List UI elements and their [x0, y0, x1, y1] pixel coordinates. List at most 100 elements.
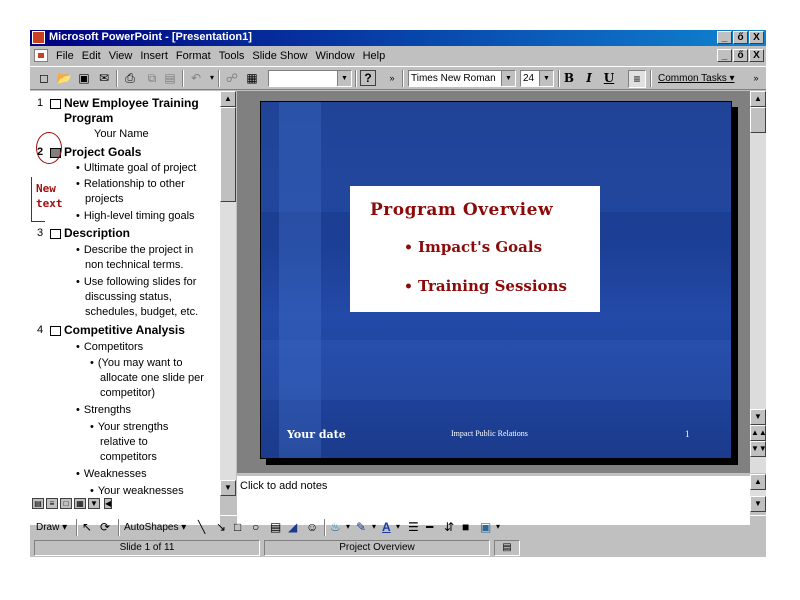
slide-bullet[interactable]: • Training Sessions	[404, 277, 567, 295]
outline-bullet-cont[interactable]: schedules, budget, etc.	[85, 306, 198, 318]
footer-date[interactable]: Your date	[287, 428, 346, 441]
outline-bullet[interactable]: Weaknesses	[76, 468, 147, 480]
scroll-up-icon[interactable]: ▲	[220, 91, 236, 107]
next-slide-icon[interactable]: ▼▼	[750, 441, 767, 457]
document-icon[interactable]	[34, 49, 48, 62]
oval-icon[interactable]: ○	[252, 519, 259, 535]
notes-placeholder[interactable]: Click to add notes	[240, 480, 327, 492]
new-icon[interactable]: ◻	[36, 70, 52, 86]
outline-bullet[interactable]: Competitors	[76, 341, 143, 353]
notes-scrollbar[interactable]: ▲ ▼	[750, 474, 766, 512]
3d-icon[interactable]: ▣	[480, 519, 491, 535]
fill-color-icon[interactable]: ♨	[330, 519, 341, 535]
slide-sorter-icon[interactable]: ▦	[74, 498, 86, 509]
outline-slide-title[interactable]: Project Goals	[64, 145, 141, 159]
outline-slide-title-cont[interactable]: Program	[64, 111, 113, 125]
menu-slide-show[interactable]: Slide Show	[252, 50, 307, 62]
slide-icon[interactable]	[50, 99, 61, 109]
rectangle-icon[interactable]: □	[234, 519, 241, 535]
close-button[interactable]: X	[749, 31, 764, 44]
arrow-icon[interactable]: ↘	[216, 519, 226, 535]
slide-bullet[interactable]: • Impact's Goals	[404, 238, 542, 256]
footer-slide-number[interactable]: 1	[685, 429, 690, 439]
undo-icon[interactable]: ↶	[188, 70, 204, 86]
outline-scrollbar[interactable]: ▲ ▼	[220, 91, 236, 496]
spelling-status-icon[interactable]: ▤	[494, 540, 520, 556]
insert-table-icon[interactable]: ▦	[244, 70, 260, 86]
outline-bullet[interactable]: Use following slides for	[76, 276, 197, 288]
scroll-down-icon[interactable]: ▼	[750, 496, 766, 512]
outline-bullet-cont[interactable]: non technical terms.	[85, 259, 183, 271]
clip-art-icon[interactable]: ☺	[306, 519, 318, 535]
outline-bullet-cont[interactable]: discussing status,	[85, 291, 172, 303]
outline-bullet-cont[interactable]: allocate one slide per	[100, 372, 204, 384]
menu-help[interactable]: Help	[363, 50, 386, 62]
common-tasks-button[interactable]: Common Tasks ▾	[658, 73, 735, 84]
arrow-style-icon[interactable]: ⇵	[444, 519, 454, 535]
menu-tools[interactable]: Tools	[219, 50, 245, 62]
italic-button[interactable]: I	[580, 70, 598, 86]
scroll-thumb[interactable]	[750, 107, 766, 133]
outline-pane[interactable]: 1 New Employee Training Program Your Nam…	[30, 91, 220, 525]
copy-icon[interactable]: ⧉	[144, 70, 160, 86]
text-box-icon[interactable]: ▤	[270, 519, 281, 535]
scroll-left-icon[interactable]: ◀	[104, 498, 112, 509]
line-color-icon[interactable]: ✎	[356, 519, 366, 535]
select-pointer-icon[interactable]: ↖	[82, 519, 92, 535]
save-icon[interactable]: ▣	[76, 70, 92, 86]
scroll-up-icon[interactable]: ▲	[750, 91, 766, 107]
fill-dropdown-icon[interactable]: ▾	[346, 519, 350, 535]
outline-slide-title[interactable]: New Employee Training	[64, 96, 199, 110]
outline-slide-title[interactable]: Description	[64, 226, 130, 240]
paste-icon[interactable]: ▤	[162, 70, 178, 86]
more-buttons-icon[interactable]: ▾	[496, 519, 500, 535]
slide-icon[interactable]	[50, 229, 61, 239]
outline-bullet-cont[interactable]: competitor)	[100, 387, 155, 399]
outline-view-icon[interactable]: ≡	[46, 498, 58, 509]
email-icon[interactable]: ✉	[96, 70, 112, 86]
line-color-dropdown-icon[interactable]: ▾	[372, 519, 376, 535]
more-buttons-icon[interactable]: »	[384, 70, 400, 86]
free-rotate-icon[interactable]: ⟳	[100, 519, 110, 535]
outline-bullet[interactable]: Describe the project in	[76, 244, 193, 256]
previous-slide-icon[interactable]: ▲▲	[750, 425, 767, 441]
slide-view-icon[interactable]: □	[60, 498, 72, 509]
normal-view-icon[interactable]: ▤	[32, 498, 44, 509]
outline-bullet-cont[interactable]: projects	[85, 193, 124, 205]
autoshapes-menu-button[interactable]: AutoShapes ▾	[124, 520, 186, 536]
slide-show-icon[interactable]: ▼	[88, 498, 100, 509]
outline-bullet[interactable]: Your weaknesses	[90, 485, 184, 497]
menu-file[interactable]: File	[56, 50, 74, 62]
hyperlink-icon[interactable]: ☍	[224, 70, 240, 86]
outline-bullet[interactable]: (You may want to	[90, 357, 183, 369]
wordart-icon[interactable]: ◢	[288, 519, 297, 535]
menu-edit[interactable]: Edit	[82, 50, 101, 62]
font-name-combo[interactable]: Times New Roman ▼	[408, 70, 516, 87]
line-style-icon[interactable]: ☰	[408, 519, 419, 535]
outline-bullet-cont[interactable]: competitors	[100, 451, 157, 463]
slide-canvas[interactable]: Program Overview • Impact's Goals • Traini…	[260, 101, 732, 459]
zoom-combo[interactable]: ▼	[268, 70, 352, 87]
scroll-up-icon[interactable]: ▲	[750, 474, 766, 490]
restore-button[interactable]: ő	[733, 31, 748, 44]
outline-bullet[interactable]: Relationship to other	[76, 178, 185, 190]
doc-minimize-button[interactable]: _	[717, 49, 732, 62]
slide-scrollbar[interactable]: ▲ ▼ ▲▲ ▼▼	[750, 91, 767, 473]
doc-restore-button[interactable]: ő	[733, 49, 748, 62]
outline-bullet[interactable]: Your strengths	[90, 421, 169, 433]
help-icon[interactable]: ?	[360, 70, 376, 86]
powerpoint-app-icon[interactable]	[32, 31, 45, 44]
minimize-button[interactable]: _	[717, 31, 732, 44]
line-icon[interactable]: ╲	[198, 519, 205, 535]
font-color-icon[interactable]: A	[382, 519, 391, 535]
outline-slide-title[interactable]: Competitive Analysis	[64, 323, 185, 337]
font-color-dropdown-icon[interactable]: ▾	[396, 519, 400, 535]
scroll-thumb[interactable]	[220, 107, 236, 202]
menu-insert[interactable]: Insert	[140, 50, 168, 62]
align-left-icon[interactable]: ≡	[628, 70, 646, 88]
underline-button[interactable]: U	[600, 70, 618, 86]
slide-icon[interactable]	[50, 326, 61, 336]
open-icon[interactable]: 📂	[56, 70, 72, 86]
scroll-down-icon[interactable]: ▼	[220, 480, 236, 496]
print-icon[interactable]: ⎙	[122, 70, 138, 86]
